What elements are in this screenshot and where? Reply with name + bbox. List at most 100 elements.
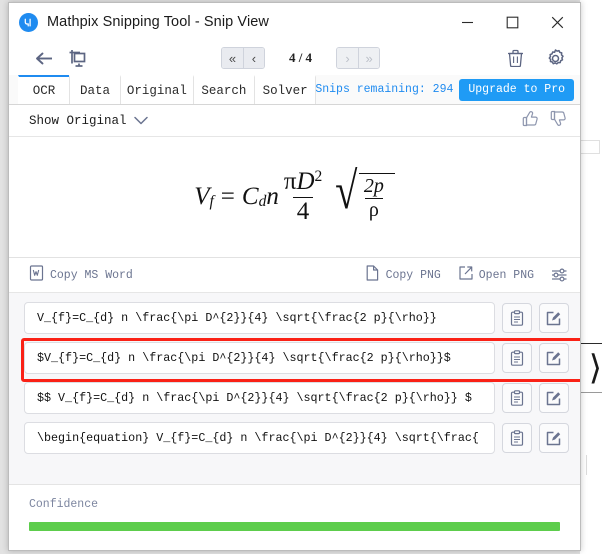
confidence-bar-fill (29, 522, 560, 531)
maximize-button[interactable] (490, 3, 535, 41)
eq-fraction: πD2 4 (280, 167, 326, 225)
copy-page-icon (365, 265, 380, 285)
edit-pencil-icon[interactable] (539, 303, 569, 333)
rendered-equation: Vf = Cd n πD2 4 √ 2p ρ (194, 163, 395, 225)
snip-view-window: Mathpix Snipping Tool - Snip View « ‹ 4 … (8, 2, 581, 551)
table-row: $V_{f}=C_{d} n \frac{\pi D^{2}}{4} \sqrt… (21, 338, 580, 382)
eq-sqrt-numerator: 2p (363, 175, 384, 197)
equation-preview: Vf = Cd n πD2 4 √ 2p ρ (9, 137, 580, 258)
snip-toolbar: « ‹ 4 / 4 › » (9, 41, 580, 75)
eq-equals: = (220, 183, 235, 210)
copy-png-label: Copy PNG (385, 268, 441, 282)
clipboard-copy-icon[interactable] (502, 343, 532, 373)
eq-sqrt: √ 2p ρ (332, 163, 395, 221)
window-title: Mathpix Snipping Tool - Snip View (47, 14, 270, 30)
tab-search-label: Search (201, 83, 247, 98)
tab-data[interactable]: Data (69, 75, 121, 104)
tab-original-label: Original (126, 83, 187, 98)
background-rule-bottom (580, 392, 602, 393)
prev-page-button[interactable]: ‹ (242, 48, 264, 68)
thumbs-up-icon[interactable] (521, 109, 540, 133)
eq-frac-numerator: πD2 (280, 167, 326, 196)
nav-prev-group: « ‹ (220, 47, 265, 69)
new-snip-icon[interactable] (65, 45, 91, 71)
chevron-down-icon[interactable] (133, 116, 148, 125)
tab-search[interactable]: Search (192, 75, 256, 104)
tab-data-label: Data (80, 83, 111, 98)
latex-output-field[interactable]: \begin{equation} V_{f}=C_{d} n \frac{\pi… (24, 422, 495, 454)
eq-sqrt-radicand: 2p ρ (358, 173, 395, 221)
latex-output-field[interactable]: $$ V_{f}=C_{d} n \frac{\pi D^{2}}{4} \sq… (24, 382, 495, 414)
show-original-label[interactable]: Show Original (29, 114, 127, 128)
title-bar: Mathpix Snipping Tool - Snip View (9, 3, 580, 41)
window-controls (445, 3, 580, 41)
latex-output-field[interactable]: $V_{f}=C_{d} n \frac{\pi D^{2}}{4} \sqrt… (24, 342, 495, 374)
confidence-bar-track (29, 522, 560, 531)
feedback-buttons (521, 109, 568, 133)
table-row: V_{f}=C_{d} n \frac{\pi D^{2}}{4} \sqrt{… (23, 301, 570, 335)
eq-d-exponent: 2 (314, 167, 323, 185)
first-page-button[interactable]: « (221, 48, 243, 68)
minimize-button[interactable] (445, 3, 490, 41)
last-page-button[interactable]: » (358, 48, 380, 68)
tab-solver[interactable]: Solver (254, 75, 317, 104)
copy-right-actions: Copy PNG Open PNG (365, 265, 568, 285)
gear-icon[interactable] (542, 45, 568, 71)
eq-d: D (296, 168, 315, 196)
background-edge (586, 455, 600, 475)
toolbar-right-actions (502, 45, 568, 71)
table-row: \begin{equation} V_{f}=C_{d} n \frac{\pi… (23, 421, 570, 455)
background-box (580, 140, 600, 154)
eq-c-var: C (241, 183, 259, 210)
mathpix-logo-icon (19, 12, 38, 32)
tab-original[interactable]: Original (120, 75, 194, 104)
latex-output-field[interactable]: V_{f}=C_{d} n \frac{\pi D^{2}}{4} \sqrt{… (24, 302, 495, 334)
copy-actions-bar: Copy MS Word Copy PNG Open PNG (9, 258, 580, 293)
back-arrow-icon[interactable] (31, 45, 57, 71)
edit-pencil-icon[interactable] (539, 423, 569, 453)
open-png-label: Open PNG (478, 268, 534, 282)
copy-ms-word-label: Copy MS Word (50, 268, 133, 282)
eq-sqrt-sign: √ (335, 163, 358, 220)
page-indicator: 4 / 4 (288, 50, 313, 65)
close-button[interactable] (535, 3, 580, 41)
clipboard-copy-icon[interactable] (502, 423, 532, 453)
open-png-button[interactable]: Open PNG (458, 265, 534, 285)
eq-sqrt-denominator: ρ (364, 198, 383, 221)
table-row: $$ V_{f}=C_{d} n \frac{\pi D^{2}}{4} \sq… (23, 381, 570, 415)
confidence-label: Confidence (29, 498, 99, 511)
upgrade-to-pro-button[interactable]: Upgrade to Pro (459, 78, 574, 101)
clipboard-copy-icon[interactable] (502, 303, 532, 333)
snips-remaining-label: Snips remaining: 294 (315, 83, 454, 96)
nav-next-group: › » (336, 47, 381, 69)
tab-ocr[interactable]: OCR (18, 75, 70, 104)
eq-frac-denominator: 4 (292, 196, 314, 225)
show-original-row: Show Original (9, 105, 580, 137)
eq-pi: π (283, 168, 297, 196)
page-navigation: « ‹ 4 / 4 › » (220, 47, 381, 69)
tab-strip: OCR Data Original Search Solver Snips re… (9, 75, 580, 105)
snips-info: Snips remaining: 294 Upgrade to Pro (315, 75, 580, 104)
external-link-icon (458, 265, 473, 285)
edit-pencil-icon[interactable] (539, 383, 569, 413)
next-page-button[interactable]: › (337, 48, 359, 68)
background-glyph: ⟩ (588, 350, 602, 387)
background-rule-top (580, 343, 602, 344)
copy-ms-word-button[interactable]: Copy MS Word (29, 265, 133, 285)
eq-lhs-var: V (194, 183, 210, 210)
tab-ocr-label: OCR (32, 83, 56, 98)
eq-c-sub: d (258, 193, 267, 211)
copy-png-button[interactable]: Copy PNG (365, 265, 441, 285)
trash-icon[interactable] (502, 45, 528, 71)
edit-pencil-icon[interactable] (539, 343, 569, 373)
sliders-icon[interactable] (551, 267, 568, 283)
eq-lhs-sub: f (209, 193, 214, 211)
clipboard-copy-icon[interactable] (502, 383, 532, 413)
thumbs-down-icon[interactable] (549, 109, 568, 133)
confidence-section: Confidence (9, 484, 580, 550)
eq-sqrt-fraction: 2p ρ (360, 176, 388, 221)
eq-n-var: n (266, 183, 279, 210)
ms-word-icon (29, 265, 44, 285)
tab-solver-label: Solver (262, 83, 308, 98)
latex-results-list: V_{f}=C_{d} n \frac{\pi D^{2}}{4} \sqrt{… (9, 293, 580, 484)
